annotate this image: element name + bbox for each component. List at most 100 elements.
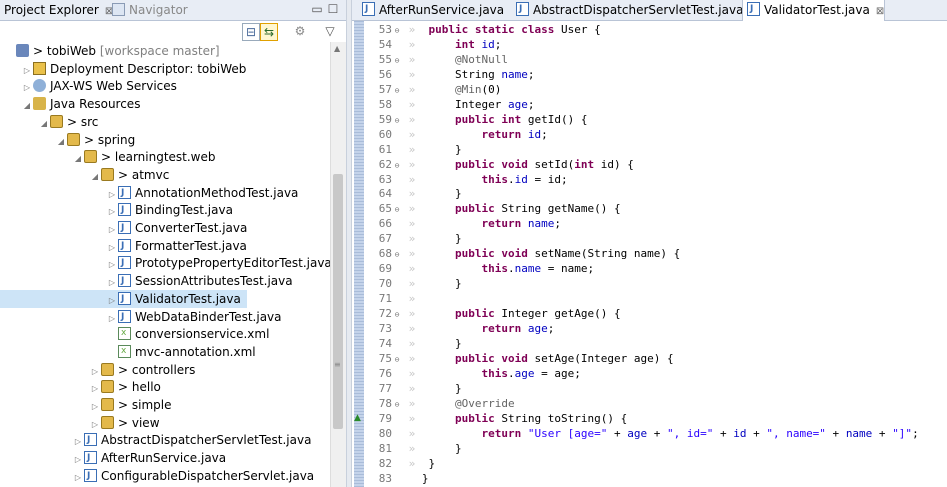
tree-item[interactable]: ▷ ConfigurableDispatcherServlet.java [0, 467, 320, 485]
fold-toggle-icon[interactable]: ⊖ [392, 308, 402, 322]
tree-item-label: > spring [84, 132, 136, 147]
expand-toggle-icon[interactable]: ▷ [72, 469, 84, 487]
code-token: setAge(Integer age) { [527, 351, 674, 365]
tree-item[interactable]: ▷BindingTest.java [0, 201, 239, 219]
fold-toggle-icon[interactable]: ⊖ [392, 54, 402, 68]
editor-tab-afterrunservice[interactable]: AfterRunService.java [358, 0, 504, 20]
tree-item[interactable]: ▷AbstractDispatcherServletTest.java [0, 431, 317, 449]
code-line: 56 » String name; [366, 67, 535, 82]
java-file-icon [84, 449, 97, 467]
tree-item[interactable]: ▷ConverterTest.java [0, 219, 253, 237]
tree-item-label: WebDataBinderTest.java [135, 309, 282, 324]
java-file-icon [118, 308, 131, 326]
tree-item-label: conversionservice.xml [135, 327, 270, 342]
tree-item[interactable]: ◢ Java Resources [0, 95, 146, 113]
maximize-icon[interactable]: ☐ [326, 2, 340, 16]
code-line: 77 » } [366, 382, 462, 396]
line-number: 56 [378, 67, 392, 81]
tree-item[interactable]: ◢ > src [0, 113, 104, 131]
vertical-scrollbar[interactable]: ▲ ≡ [330, 42, 346, 487]
code-token: this [481, 366, 508, 380]
collapse-all-icon[interactable]: ⊟ [242, 23, 260, 41]
tree-item[interactable]: ▷AnnotationMethodTest.java [0, 184, 304, 202]
xml-file-icon [118, 342, 131, 360]
line-number: 64 [378, 187, 392, 201]
close-icon[interactable]: ⊠ [876, 6, 884, 17]
code-token: Integer getAge() { [494, 307, 621, 321]
java-file-icon [118, 254, 131, 272]
tree-item[interactable]: > tobiWeb [workspace master] [0, 42, 226, 60]
whitespace-marker: » [402, 142, 422, 156]
fold-toggle-icon[interactable]: ⊖ [392, 248, 402, 262]
scrollbar-thumb[interactable] [333, 174, 343, 429]
tree-item[interactable]: ▷ JAX-WS Web Services [0, 77, 183, 95]
tree-item[interactable]: ▷WebDataBinderTest.java [0, 308, 288, 326]
fold-toggle-icon[interactable]: ⊖ [392, 24, 402, 38]
xml-file-icon [118, 324, 131, 342]
tree-item[interactable]: ◢ > spring [0, 131, 141, 149]
view-menu-icon[interactable]: ▽ [322, 23, 338, 39]
editor-tab-abstractdispatcherservlettest[interactable]: AbstractDispatcherServletTest.java [512, 0, 743, 20]
fold-toggle-icon[interactable]: ⊖ [392, 353, 402, 367]
code-token: } [421, 277, 462, 291]
fold-toggle-icon[interactable]: ⊖ [392, 203, 402, 217]
code-token: name [845, 426, 873, 440]
line-number: 55 [378, 52, 392, 66]
line-number: 76 [378, 366, 392, 380]
fold-toggle-icon[interactable]: ⊖ [392, 114, 402, 128]
fold-toggle-icon[interactable]: ⊖ [392, 159, 402, 173]
fold-toggle-icon[interactable]: ⊖ [392, 398, 402, 412]
editor-tab-label: AfterRunService.java [379, 3, 505, 17]
whitespace-marker: » [402, 232, 422, 246]
tree-item[interactable]: ▷ > simple [0, 396, 177, 414]
line-number: 67 [378, 232, 392, 246]
tab-navigator[interactable]: Navigator [112, 0, 188, 20]
tree-item[interactable]: ▷ValidatorTest.java [0, 289, 247, 308]
tree-item[interactable]: ▷FormatterTest.java [0, 237, 253, 255]
tree-item[interactable]: mvc-annotation.xml [0, 342, 262, 361]
code-line: 76 » this.age = age; [366, 367, 581, 381]
tree-item-label: > controllers [118, 362, 196, 377]
tree-item[interactable]: ◢ > learningtest.web [0, 148, 222, 166]
filters-icon[interactable]: ⚙ [292, 23, 308, 39]
tree-item[interactable]: ▷AfterRunService.java [0, 449, 232, 467]
whitespace-marker: » [402, 23, 422, 36]
java-file-icon [362, 0, 375, 19]
code-token: User { [554, 23, 601, 36]
editor-tab-validatortest[interactable]: ValidatorTest.java ⊠ [742, 0, 886, 21]
tab-project-explorer[interactable]: Project Explorer ⊠ [4, 0, 113, 20]
code-token: "User [age=" [527, 426, 608, 440]
code-token: + [746, 426, 767, 440]
tree-item[interactable]: conversionservice.xml [0, 324, 275, 343]
tree-item[interactable]: ◢ > atmvc [0, 166, 175, 184]
tab-project-explorer-label: Project Explorer [4, 3, 99, 17]
tree-item[interactable]: ▷SessionAttributesTest.java [0, 272, 299, 290]
line-number: 54 [378, 37, 392, 51]
scroll-up-icon[interactable]: ▲ [334, 44, 340, 53]
link-with-editor-icon[interactable]: ⇆ [260, 23, 278, 41]
code-token: return [481, 322, 522, 335]
minimize-icon[interactable]: ▭ [310, 2, 324, 16]
tree-item[interactable]: ▷ > controllers [0, 361, 201, 379]
package-icon [101, 415, 114, 429]
tree-item[interactable]: ▷ > hello [0, 378, 167, 396]
code-token: } [421, 142, 462, 156]
whitespace-marker: » [402, 112, 422, 126]
code-line: 68 ⊖ » public void setName(String name) { [366, 247, 680, 261]
tree-item[interactable]: ▷ > view [0, 414, 166, 432]
tree-item[interactable]: ▷PrototypePropertyEditorTest.java [0, 254, 330, 272]
fold-toggle-icon[interactable]: ⊖ [392, 84, 402, 98]
whitespace-marker: » [402, 67, 422, 81]
whitespace-marker: » [402, 381, 422, 395]
code-token: age [527, 322, 548, 335]
tree-item-label: Deployment Descriptor: tobiWeb [50, 61, 247, 76]
tree-item[interactable]: ▷ Deployment Descriptor: tobiWeb [0, 60, 252, 78]
whitespace-marker: » [402, 37, 422, 51]
